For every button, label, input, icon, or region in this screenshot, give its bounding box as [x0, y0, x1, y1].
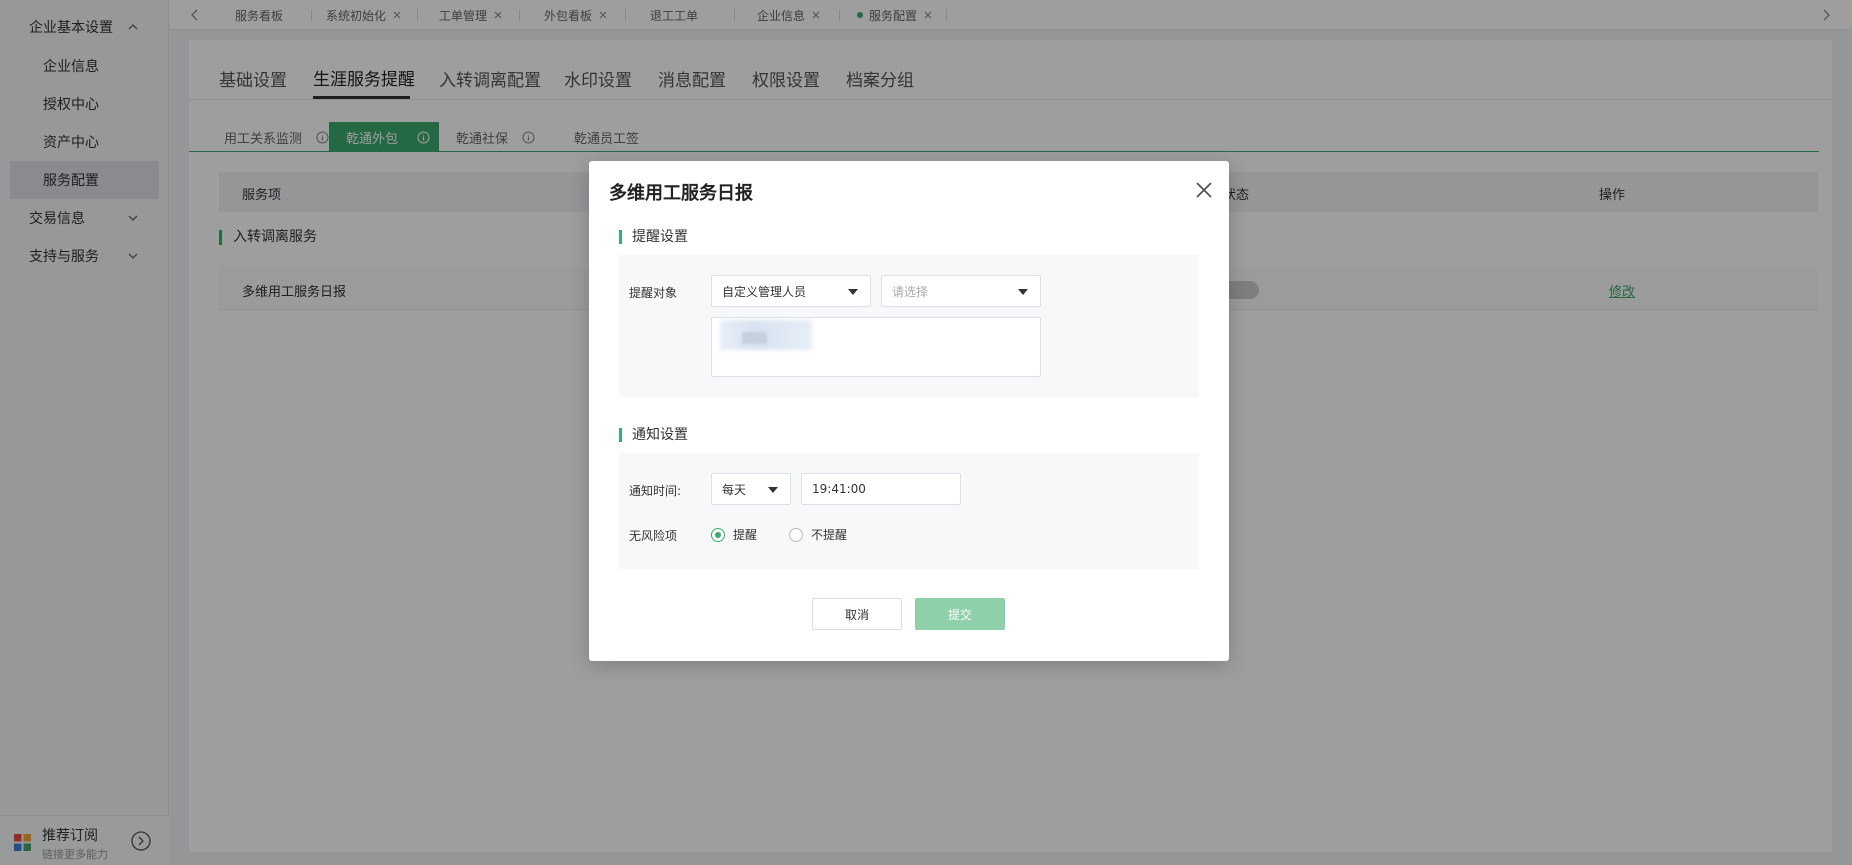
notify-time-input[interactable]: 19:41:00 [801, 473, 961, 505]
close-icon[interactable] [1195, 181, 1213, 199]
radio-unchecked-icon [789, 527, 803, 542]
notify-panel: 通知时间: 每天 19:41:00 无风险项 提醒 不提醒 [619, 453, 1199, 569]
service-report-modal: 多维用工服务日报 提醒设置 提醒对象 自定义管理人员 请选择 通知设置 通知时间… [589, 161, 1229, 661]
submit-button[interactable]: 提交 [915, 598, 1005, 630]
blurred-tag-detail [742, 332, 767, 344]
radio-remind[interactable]: 提醒 [711, 526, 757, 543]
notify-time-label: 通知时间: [629, 484, 682, 498]
reminder-panel: 提醒对象 自定义管理人员 请选择 [619, 255, 1199, 397]
cancel-button[interactable]: 取消 [812, 598, 902, 630]
reminder-target-label: 提醒对象 [629, 286, 678, 300]
radio-checked-icon [711, 527, 725, 542]
notify-section-title: 通知设置 [619, 428, 688, 442]
reminder-section-title: 提醒设置 [619, 230, 688, 244]
caret-down-icon [848, 289, 858, 295]
reminder-target-select[interactable]: 自定义管理人员 [711, 275, 871, 307]
manager-select[interactable]: 请选择 [881, 275, 1041, 307]
caret-down-icon [1018, 289, 1028, 295]
no-risk-label: 无风险项 [629, 529, 678, 543]
radio-no-remind[interactable]: 不提醒 [789, 526, 847, 543]
modal-title: 多维用工服务日报 [609, 183, 753, 204]
selected-managers-box[interactable] [711, 317, 1041, 377]
caret-down-icon [768, 487, 778, 493]
frequency-select[interactable]: 每天 [711, 473, 791, 505]
